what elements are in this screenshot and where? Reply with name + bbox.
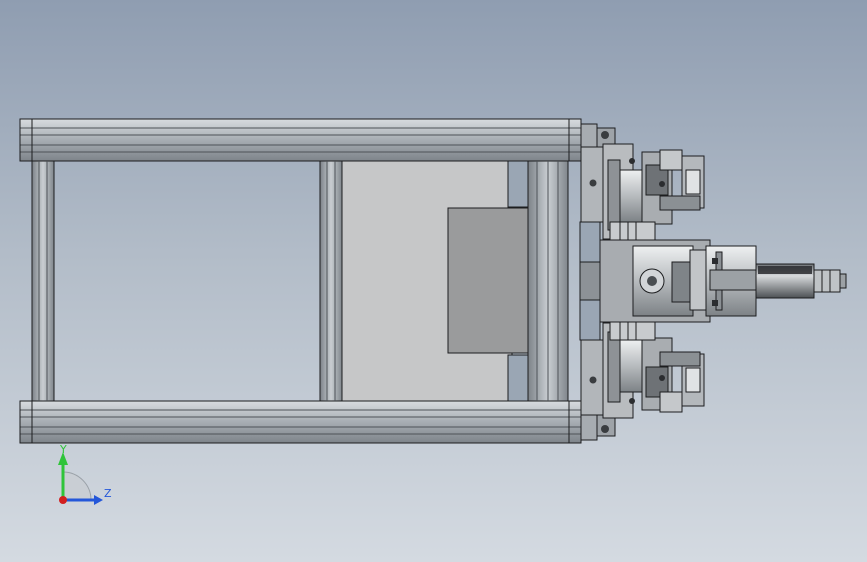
center-block (447, 207, 529, 354)
triad-z-arrowhead (94, 495, 103, 505)
central-actuator (599, 239, 847, 323)
cad-model-view[interactable]: Y Z (0, 0, 867, 562)
orientation-triad[interactable]: Y Z (58, 443, 112, 505)
cad-graphics-area[interactable]: Y Z (0, 0, 867, 562)
top-rail (19, 118, 582, 162)
triad-y-label: Y (59, 443, 67, 456)
middle-post (319, 160, 343, 402)
upper-gripper-assembly (602, 143, 705, 245)
bottom-rail (19, 400, 582, 444)
triad-z-label: Z (104, 487, 112, 500)
lower-gripper-assembly (602, 317, 705, 419)
left-post (31, 160, 55, 402)
triad-x-axis-dot (59, 496, 67, 504)
triad-quarter-disc (62, 471, 92, 501)
right-post (527, 160, 569, 402)
